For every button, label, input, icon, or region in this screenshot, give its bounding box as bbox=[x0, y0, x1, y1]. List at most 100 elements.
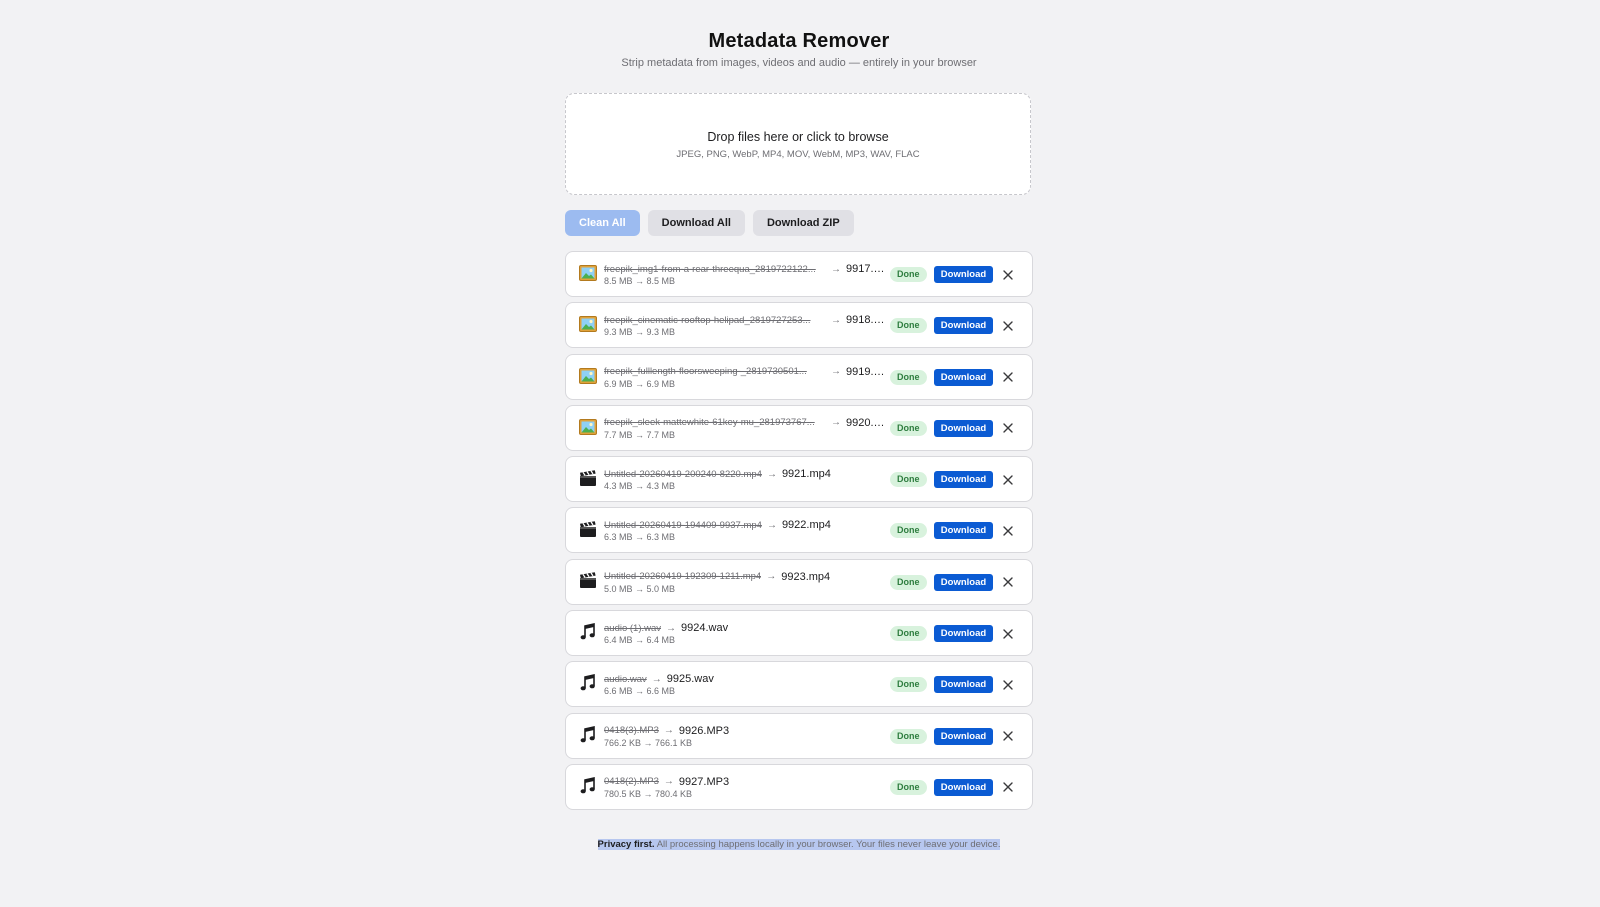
close-icon[interactable] bbox=[1000, 471, 1016, 488]
arrow-right-icon: → bbox=[663, 725, 674, 737]
music-note-icon bbox=[578, 725, 598, 745]
clean-all-button[interactable]: Clean All bbox=[565, 210, 640, 236]
file-dropzone[interactable]: Drop files here or click to browse JPEG,… bbox=[565, 93, 1031, 195]
file-sizes: 5.0 MB → 5.0 MB bbox=[604, 583, 676, 594]
download-zip-button[interactable]: Download ZIP bbox=[752, 210, 854, 236]
file-sizes: 6.4 MB → 6.4 MB bbox=[604, 635, 676, 646]
new-filename: 9920.png bbox=[846, 416, 884, 429]
arrow-right-icon: → bbox=[831, 417, 841, 429]
new-filename: 9919.png bbox=[846, 365, 884, 378]
music-note-icon bbox=[578, 776, 598, 796]
file-sizes: 9.3 MB → 9.3 MB bbox=[604, 327, 676, 338]
original-filename: Untitled-20260419-194409-9937.mp4 bbox=[604, 519, 762, 531]
image-icon bbox=[578, 366, 598, 386]
clapperboard-icon bbox=[578, 468, 598, 488]
original-filename: freepik_fulllength-floorsweeping-_281973… bbox=[604, 366, 807, 378]
file-row: Untitled-20260419-194409-9937.mp4 → 9922.m… bbox=[565, 507, 1033, 554]
arrow-right-icon: → bbox=[831, 314, 841, 326]
file-sizes: 4.3 MB → 4.3 MB bbox=[604, 481, 676, 492]
file-row: freepik_fulllength-floorsweeping-_281973… bbox=[565, 353, 1033, 400]
status-badge: Done bbox=[890, 523, 927, 539]
download-button[interactable]: Download bbox=[934, 778, 993, 796]
status-badge: Done bbox=[890, 420, 927, 436]
status-badge: Done bbox=[890, 369, 927, 385]
file-row: audio (1).wav → 9924.wav 6.4 MB → 6.4 MB Don… bbox=[565, 610, 1033, 657]
download-button[interactable]: Download bbox=[934, 266, 993, 283]
new-filename: 9917.png bbox=[846, 263, 884, 275]
dropzone-formats: JPEG, PNG, WebP, MP4, MOV, WebM, MP3, WA… bbox=[676, 149, 920, 160]
file-names: audio.wav → 9925.wav bbox=[604, 672, 884, 686]
file-row: freepik_cinematic-rooftop-helipad_281972… bbox=[565, 302, 1033, 349]
arrow-right-icon: → bbox=[831, 366, 841, 378]
close-icon[interactable] bbox=[1000, 779, 1016, 796]
arrow-right-icon: → bbox=[766, 571, 777, 583]
status-badge: Done bbox=[890, 574, 927, 590]
original-filename: freepik_img1-from-a-rear-threequa_281972… bbox=[604, 263, 816, 275]
close-icon[interactable] bbox=[1000, 728, 1016, 745]
status-badge: Done bbox=[890, 728, 927, 744]
close-icon[interactable] bbox=[1000, 676, 1016, 693]
file-sizes: 6.3 MB → 6.3 MB bbox=[604, 532, 676, 543]
new-filename: 9927.MP3 bbox=[678, 775, 730, 788]
original-filename: 0418(2).MP3 bbox=[604, 776, 659, 788]
new-filename: 9923.mp4 bbox=[781, 570, 831, 583]
download-all-button[interactable]: Download All bbox=[647, 210, 745, 236]
original-filename: freepik_sleek-mattewhite-61key-mu_281973… bbox=[604, 417, 815, 429]
file-names: freepik_sleek-mattewhite-61key-mu_281973… bbox=[604, 416, 884, 430]
arrow-right-icon: → bbox=[666, 622, 677, 634]
download-button[interactable]: Download bbox=[934, 419, 993, 437]
file-names: Untitled-20260419-194409-9937.mp4 → 9922.m… bbox=[604, 518, 884, 532]
download-button[interactable]: Download bbox=[934, 368, 993, 386]
arrow-right-icon: → bbox=[766, 468, 777, 480]
file-sizes: 8.5 MB → 8.5 MB bbox=[604, 276, 676, 286]
privacy-footer: Privacy first. All processing happens lo… bbox=[565, 839, 1033, 850]
arrow-right-icon: → bbox=[651, 673, 662, 685]
arrow-right-icon: → bbox=[766, 519, 777, 531]
music-note-icon bbox=[578, 622, 598, 642]
action-bar: Clean All Download All Download ZIP bbox=[565, 210, 854, 236]
page-subtitle: Strip metadata from images, videos and a… bbox=[621, 57, 977, 69]
file-sizes: 780.5 KB → 780.4 KB bbox=[604, 788, 693, 799]
clapperboard-icon bbox=[578, 519, 598, 539]
clapperboard-icon bbox=[578, 571, 598, 591]
file-row: audio.wav → 9925.wav 6.6 MB → 6.6 MB Done Dow… bbox=[565, 661, 1033, 708]
page-title: Metadata Remover bbox=[708, 30, 890, 52]
file-names: freepik_cinematic-rooftop-helipad_281972… bbox=[604, 313, 884, 327]
privacy-strong-text: Privacy first. bbox=[597, 839, 655, 850]
file-names: audio (1).wav → 9924.wav bbox=[604, 621, 884, 635]
download-button[interactable]: Download bbox=[934, 727, 993, 745]
new-filename: 9924.wav bbox=[681, 622, 729, 635]
close-icon[interactable] bbox=[1000, 522, 1016, 539]
original-filename: 0418(3).MP3 bbox=[604, 725, 659, 737]
privacy-body-text: All processing happens locally in your b… bbox=[654, 839, 1001, 850]
download-button[interactable]: Download bbox=[934, 317, 993, 335]
download-button[interactable]: Download bbox=[934, 522, 993, 540]
file-names: Untitled-20260419-192309-1211.mp4 → 9923.m… bbox=[604, 570, 884, 584]
new-filename: 9926.MP3 bbox=[678, 724, 730, 737]
close-icon[interactable] bbox=[1000, 317, 1016, 334]
file-names: Untitled-20260419-200240-8220.mp4 → 9921.m… bbox=[604, 467, 884, 481]
file-sizes: 6.9 MB → 6.9 MB bbox=[604, 378, 676, 389]
close-icon[interactable] bbox=[1000, 625, 1016, 642]
close-icon[interactable] bbox=[1000, 420, 1016, 437]
download-button[interactable]: Download bbox=[934, 676, 993, 694]
close-icon[interactable] bbox=[1000, 369, 1016, 386]
original-filename: audio (1).wav bbox=[604, 622, 662, 634]
original-filename: Untitled-20260419-192309-1211.mp4 bbox=[604, 571, 762, 583]
file-sizes: 6.6 MB → 6.6 MB bbox=[604, 686, 676, 697]
download-button[interactable]: Download bbox=[934, 573, 993, 591]
close-icon[interactable] bbox=[1000, 574, 1016, 591]
close-icon[interactable] bbox=[1000, 266, 1016, 283]
status-badge: Done bbox=[890, 626, 927, 642]
file-row: freepik_img1-from-a-rear-threequa_281972… bbox=[565, 251, 1033, 297]
download-button[interactable]: Download bbox=[934, 625, 993, 643]
new-filename: 9925.wav bbox=[666, 673, 714, 686]
status-badge: Done bbox=[890, 267, 927, 282]
download-button[interactable]: Download bbox=[934, 471, 993, 489]
status-badge: Done bbox=[890, 318, 927, 334]
file-row: freepik_sleek-mattewhite-61key-mu_281973… bbox=[565, 404, 1033, 451]
file-list: freepik_img1-from-a-rear-threequa_281972… bbox=[565, 251, 1033, 815]
new-filename: 9918.png bbox=[846, 314, 884, 327]
image-icon bbox=[578, 417, 598, 437]
file-row: Untitled-20260419-200240-8220.mp4 → 9921.m… bbox=[565, 456, 1033, 503]
